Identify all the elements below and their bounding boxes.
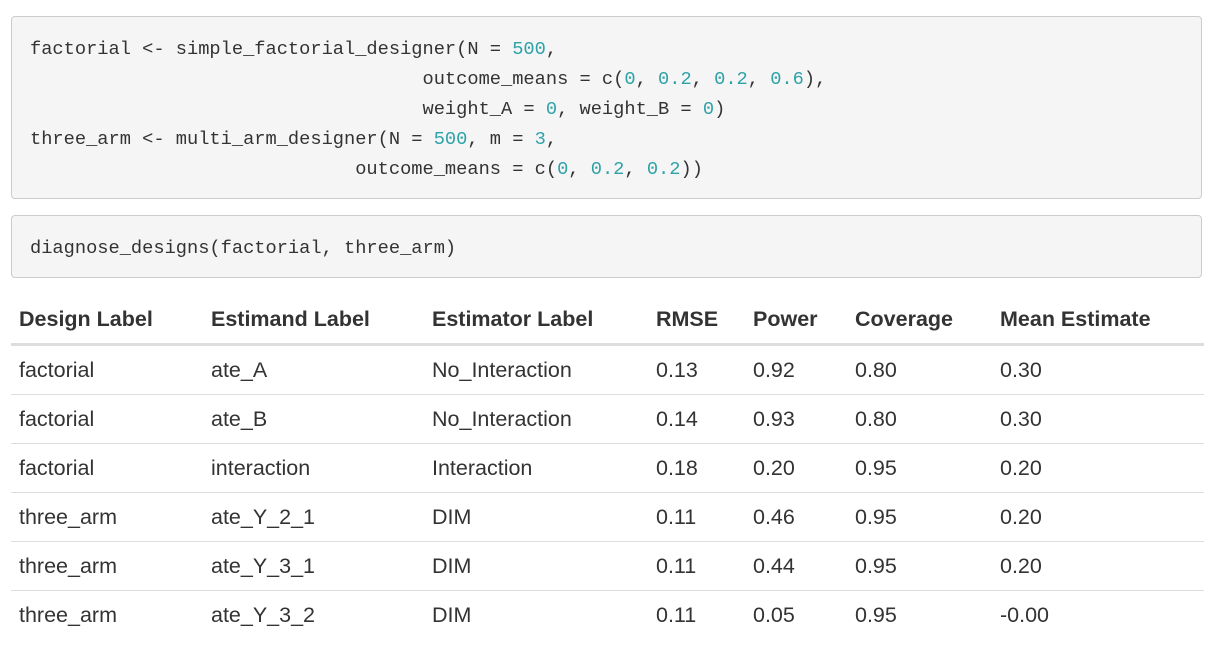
diagnosis-results-table: Design Label Estimand Label Estimator La… xyxy=(11,295,1204,639)
table-cell: 0.46 xyxy=(745,492,847,542)
table-cell: 0.95 xyxy=(855,602,897,627)
table-cell: factorial xyxy=(11,344,203,395)
header-mean-estimate: Mean Estimate xyxy=(992,295,1204,346)
code-number-token: 0.2 xyxy=(646,158,681,180)
code-line: diagnose_designs(factorial, three_arm) xyxy=(30,237,456,259)
table-cell: 0.80 xyxy=(847,344,992,395)
code-text-token: )) xyxy=(680,158,703,180)
code-text-token: , xyxy=(545,128,558,150)
code-line: factorial <- simple_factorial_designer(N… xyxy=(30,38,557,60)
code-number-token: 0 xyxy=(545,98,558,120)
code-text-token: weight_A = xyxy=(30,98,546,120)
table-cell: ate_Y_3_2 xyxy=(211,602,316,627)
code-number-token: 0 xyxy=(624,68,636,90)
table-cell: 0.95 xyxy=(847,443,992,493)
code-number-token: 0.2 xyxy=(590,158,625,180)
table-cell: Interaction xyxy=(424,443,648,493)
code-text-token: , xyxy=(624,158,647,180)
table-cell: 0.93 xyxy=(745,394,847,444)
code-text-token: ) xyxy=(714,98,726,120)
code-block-designers: factorial <- simple_factorial_designer(N… xyxy=(11,16,1202,199)
code-text-token: , weight_B = xyxy=(557,98,703,120)
table-cell: ate_Y_3_1 xyxy=(203,541,424,591)
table-cell: 0.11 xyxy=(656,602,697,627)
header-rmse: RMSE xyxy=(648,295,745,346)
table-cell: DIM xyxy=(424,541,648,591)
table-cell: -0.00 xyxy=(1000,602,1050,627)
table-cell: No_Interaction xyxy=(424,394,648,444)
table-cell: three_arm xyxy=(11,541,203,591)
table-cell: 0.05 xyxy=(753,602,795,627)
table-cell: ate_A xyxy=(203,344,424,395)
header-estimator-label: Estimator Label xyxy=(424,295,648,346)
code-number-token: 0.2 xyxy=(714,68,748,90)
table-cell: DIM xyxy=(432,602,472,627)
table-cell: 0.95 xyxy=(847,541,992,591)
table-cell: ate_Y_2_1 xyxy=(203,492,424,542)
code-text-token: , xyxy=(691,68,715,90)
table-cell: three_arm xyxy=(11,492,203,542)
table-cell: 0.30 xyxy=(992,344,1204,395)
header-power: Power xyxy=(745,295,847,346)
code-block-diagnose: diagnose_designs(factorial, three_arm) xyxy=(11,215,1202,278)
code-number-token: 3 xyxy=(534,128,546,150)
table-row: three_arm ate_Y_3_2 DIM 0.11 0.05 0.95 -… xyxy=(11,591,1204,640)
table-cell: 0.95 xyxy=(847,492,992,542)
header-coverage: Coverage xyxy=(847,295,992,346)
code-text-token: outcome_means = c( xyxy=(30,158,558,180)
table-row: factorial ate_B No_Interaction 0.14 0.93… xyxy=(11,394,1204,444)
code-text-token: , xyxy=(747,68,771,90)
table-cell: No_Interaction xyxy=(424,344,648,395)
code-number-token: 0.2 xyxy=(658,68,692,90)
table-cell: 0.11 xyxy=(648,541,745,591)
table-cell: factorial xyxy=(11,443,203,493)
table-cell: 0.80 xyxy=(847,394,992,444)
table-row: three_arm ate_Y_3_1 DIM 0.11 0.44 0.95 0… xyxy=(11,541,1204,591)
table-cell: 0.18 xyxy=(648,443,745,493)
code-line: outcome_means = c(0, 0.2, 0.2)) xyxy=(30,158,703,180)
code-number-token: 0 xyxy=(702,98,715,120)
header-estimand-label: Estimand Label xyxy=(203,295,424,346)
table-cell: ate_B xyxy=(203,394,424,444)
code-text-token: , xyxy=(568,158,591,180)
table-row: three_arm ate_Y_2_1 DIM 0.11 0.46 0.95 0… xyxy=(11,492,1204,542)
table-cell: 0.92 xyxy=(745,344,847,395)
table-cell: factorial xyxy=(11,394,203,444)
table-cell: 0.44 xyxy=(745,541,847,591)
table-cell: 0.20 xyxy=(992,443,1204,493)
code-text-token: ), xyxy=(803,68,827,90)
code-number-token: 500 xyxy=(433,128,468,150)
code-text-token: , xyxy=(545,38,558,60)
table-row: factorial ate_A No_Interaction 0.13 0.92… xyxy=(11,344,1204,395)
table-cell: DIM xyxy=(424,492,648,542)
code-text-token: outcome_means = c( xyxy=(30,68,625,90)
table-row: factorial interaction Interaction 0.18 0… xyxy=(11,443,1204,493)
table-cell: 0.30 xyxy=(992,394,1204,444)
table-cell: 0.20 xyxy=(745,443,847,493)
code-number-token: 0 xyxy=(557,158,569,180)
code-line: outcome_means = c(0, 0.2, 0.2, 0.6), xyxy=(30,68,827,90)
table-cell: three_arm xyxy=(19,602,117,627)
code-text-token: three_arm <- multi_arm_designer(N = xyxy=(30,128,434,150)
code-text-token: , m = xyxy=(467,128,535,150)
table-header-row: Design Label Estimand Label Estimator La… xyxy=(11,295,1204,346)
code-number-token: 500 xyxy=(512,38,546,60)
code-line: three_arm <- multi_arm_designer(N = 500,… xyxy=(30,128,557,150)
code-number-token: 0.6 xyxy=(770,68,804,90)
code-text-token: , xyxy=(635,68,659,90)
table-cell: 0.14 xyxy=(648,394,745,444)
code-line: weight_A = 0, weight_B = 0) xyxy=(30,98,726,120)
code-text-token: factorial <- simple_factorial_designer(N… xyxy=(30,38,513,60)
table-cell: 0.13 xyxy=(648,344,745,395)
header-design-label: Design Label xyxy=(11,295,203,346)
table-cell: 0.11 xyxy=(648,492,745,542)
table-cell: 0.20 xyxy=(992,541,1204,591)
table-cell: 0.20 xyxy=(992,492,1204,542)
table-cell: interaction xyxy=(203,443,424,493)
code-text-token: diagnose_designs(factorial, three_arm) xyxy=(30,237,457,259)
